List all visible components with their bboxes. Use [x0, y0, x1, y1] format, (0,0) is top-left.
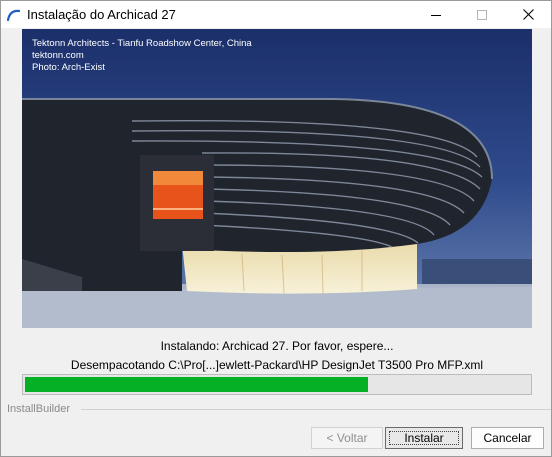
minimize-button[interactable]	[413, 1, 459, 28]
install-button[interactable]: Instalar	[385, 427, 463, 449]
title-bar[interactable]: Instalação do Archicad 27	[1, 1, 551, 28]
back-button[interactable]: < Voltar	[311, 427, 383, 449]
maximize-button	[459, 1, 505, 28]
photo-credit-photographer: Photo: Arch-Exist	[32, 62, 105, 73]
photo-credit: Tektonn Architects - Tianfu Roadshow Cen…	[32, 38, 252, 74]
back-button-label: < Voltar	[326, 431, 368, 445]
focus-ring	[389, 431, 459, 445]
installbuilder-label: InstallBuilder	[7, 403, 70, 415]
close-button[interactable]	[505, 1, 551, 28]
photo-credit-website: tektonn.com	[32, 50, 84, 61]
archicad-logo-icon	[6, 8, 21, 22]
installing-status: Instalando: Archicad 27. Por favor, espe…	[160, 339, 394, 353]
product-banner-image: Tektonn Architects - Tianfu Roadshow Cen…	[22, 29, 532, 328]
cancel-button-label: Cancelar	[483, 431, 532, 445]
unpacking-status: Desempacotando C:\Pro[...]ewlett-Packard…	[70, 358, 484, 372]
window-title: Instalação do Archicad 27	[27, 7, 176, 22]
footer-divider	[81, 409, 551, 410]
cancel-button[interactable]: Cancelar	[471, 427, 544, 449]
progress-bar	[22, 374, 532, 395]
maximize-icon	[477, 9, 487, 20]
installer-window: Instalação do Archicad 27 Tektonn Archit…	[0, 0, 552, 457]
close-icon	[522, 9, 534, 20]
photo-credit-project: Tektonn Architects - Tianfu Roadshow Cen…	[32, 38, 252, 49]
progress-bar-fill	[25, 377, 368, 392]
minimize-icon	[431, 14, 441, 16]
